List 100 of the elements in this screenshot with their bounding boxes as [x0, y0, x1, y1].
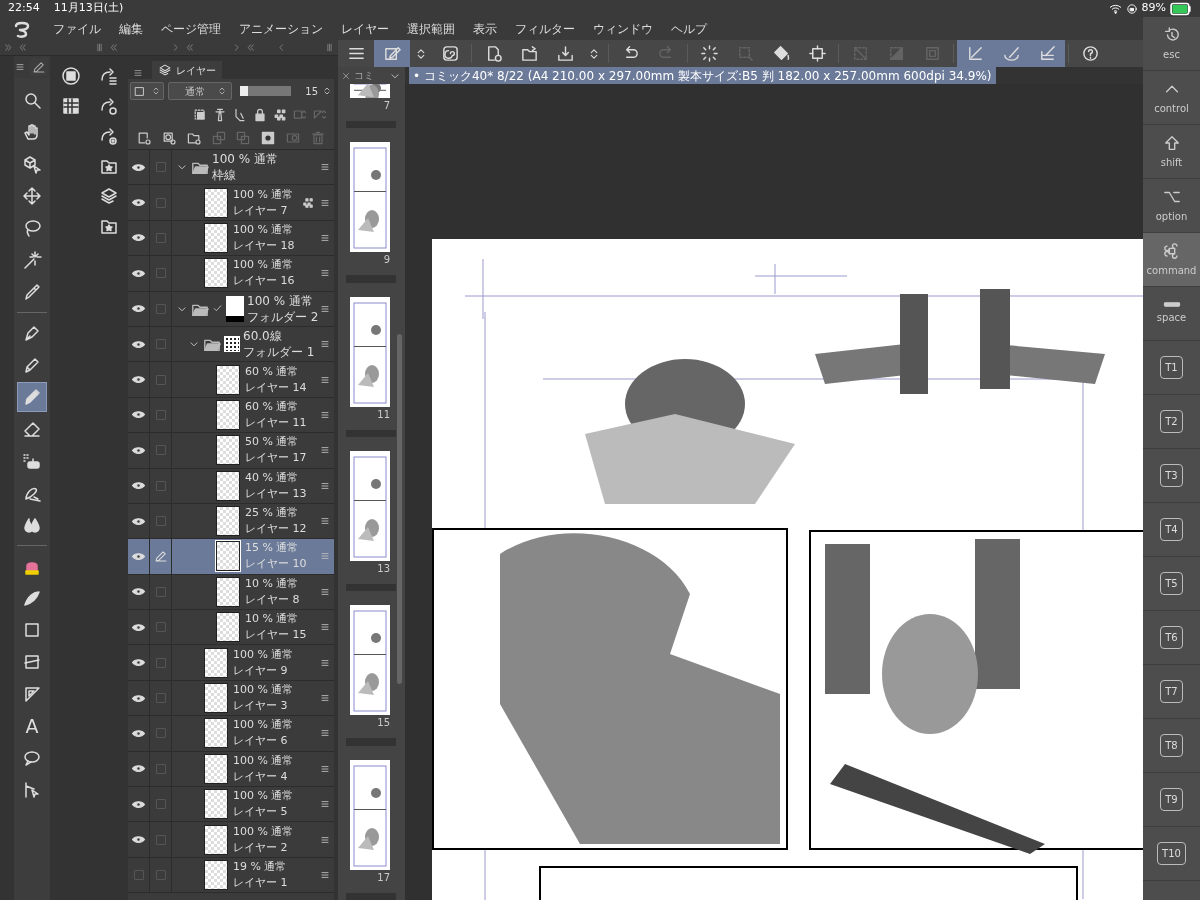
layer-thumbnail	[216, 399, 240, 430]
edit-checkbox[interactable]	[155, 162, 166, 173]
layer-row[interactable]: 100 % 通常 レイヤー 18	[128, 220, 334, 257]
key-button[interactable]: T1	[1143, 341, 1200, 395]
edit-checkbox[interactable]	[155, 870, 166, 880]
edit-checkbox[interactable]	[155, 480, 166, 491]
layer-row[interactable]: 19 % 通常 レイヤー 1	[128, 857, 334, 894]
menu-item[interactable]: 選択範囲	[398, 19, 464, 38]
edit-checkbox[interactable]	[155, 834, 166, 845]
grip-icon	[94, 42, 105, 53]
text-tool-button[interactable]: A	[17, 711, 47, 741]
key-button[interactable]: T7	[1143, 665, 1200, 719]
key-button[interactable]: T3	[1143, 449, 1200, 503]
share-list-icon	[99, 66, 119, 86]
edit-checkbox[interactable]	[155, 516, 166, 527]
key-button[interactable]: T5	[1143, 557, 1200, 611]
menu-item[interactable]: ウィンドウ	[584, 19, 662, 38]
layer-mode: 100 % 通常	[233, 823, 295, 840]
layer-row[interactable]: 100 % 通常 レイヤー 6	[128, 716, 334, 752]
layer-row[interactable]: 60.0線 フォルダー 1	[128, 326, 334, 363]
esc-key-icon	[1162, 25, 1181, 44]
key-button[interactable]: T2	[1143, 395, 1200, 449]
lock-pixels-icon	[301, 195, 315, 210]
key-button[interactable]: T6	[1143, 611, 1200, 665]
menu-item[interactable]: 表示	[464, 19, 506, 38]
spinner-icon	[699, 44, 719, 63]
opacity-slider[interactable]	[240, 86, 292, 96]
menu-item[interactable]: ページ管理	[152, 19, 230, 38]
layer-tab[interactable]: レイヤー	[152, 61, 222, 79]
layer-name: レイヤー 3	[233, 698, 289, 715]
menu-item[interactable]: ファイル	[44, 19, 110, 38]
blend-mode-select[interactable]: 通常	[168, 82, 232, 100]
key-button[interactable]: esc	[1143, 17, 1200, 71]
edit-checkbox[interactable]	[155, 303, 166, 314]
layer-row[interactable]: 40 % 通常 レイヤー 13	[128, 468, 334, 504]
layer-mode: 40 % 通常	[245, 469, 300, 486]
menu-item[interactable]: レイヤー	[332, 19, 398, 38]
layer-row[interactable]: 100 % 通常 レイヤー 9	[128, 645, 334, 681]
menu-icon	[319, 869, 331, 881]
mode-select[interactable]	[130, 82, 164, 100]
key-button[interactable]: T9	[1143, 773, 1200, 827]
edit-checkbox[interactable]	[155, 622, 166, 633]
layer-name: レイヤー 17	[245, 450, 308, 467]
layer-row[interactable]: 100 % 通常 レイヤー 5	[128, 787, 334, 823]
edit-checkbox[interactable]	[155, 763, 166, 774]
menu-icon	[132, 67, 144, 79]
layer-row[interactable]: 100 % 通常 レイヤー 16	[128, 256, 334, 292]
layer-mode: 60.0線	[243, 328, 283, 345]
key-button[interactable]: T10	[1143, 827, 1200, 881]
edit-checkbox[interactable]	[155, 693, 166, 704]
menu-item[interactable]: ヘルプ	[662, 19, 716, 38]
key-button[interactable]: command	[1143, 233, 1200, 287]
layer-mode: 100 % 通常	[233, 186, 295, 203]
layer-row[interactable]: 100 % 通常 フォルダー 2	[128, 291, 334, 327]
menu-item[interactable]: フィルター	[506, 19, 584, 38]
layer-row[interactable]: 100 % 通常 枠線	[128, 150, 334, 186]
close-icon	[341, 70, 351, 81]
key-button[interactable]: space	[1143, 287, 1200, 341]
layer-mode: 10 % 通常	[245, 611, 300, 628]
layer-name: レイヤー 11	[245, 414, 308, 431]
key-button[interactable]: control	[1143, 71, 1200, 125]
edit-checkbox[interactable]	[155, 728, 166, 739]
layer-row[interactable]: 60 % 通常 レイヤー 14	[128, 362, 334, 398]
collapse-icon	[184, 42, 195, 53]
edit-checkbox[interactable]	[155, 586, 166, 597]
layer-row[interactable]: 100 % 通常 レイヤー 4	[128, 751, 334, 788]
layer-row[interactable]: 60 % 通常 レイヤー 11	[128, 397, 334, 434]
edit-checkbox[interactable]	[155, 339, 166, 350]
layer-row[interactable]: 100 % 通常 レイヤー 7	[128, 185, 334, 221]
edit-checkbox[interactable]	[155, 409, 166, 420]
edit-checkbox[interactable]	[155, 445, 166, 456]
edit-checkbox[interactable]	[155, 268, 166, 279]
page-list-tab[interactable]: コミ	[338, 67, 405, 84]
edit-checkbox[interactable]	[155, 799, 166, 810]
layer-name: レイヤー 13	[245, 485, 308, 502]
edit-checkbox[interactable]	[155, 657, 166, 668]
visibility-checkbox[interactable]	[133, 870, 144, 880]
edit-checkbox[interactable]	[155, 232, 166, 243]
square-icon	[133, 84, 147, 98]
layer-row[interactable]: 100 % 通常 レイヤー 3	[128, 680, 334, 717]
layer-row[interactable]: 50 % 通常 レイヤー 17	[128, 433, 334, 469]
toolbar-button[interactable]	[1029, 40, 1065, 67]
menu-item[interactable]: アニメーション	[230, 19, 332, 38]
menu-item[interactable]: 編集	[110, 19, 152, 38]
key-button[interactable]: T4	[1143, 503, 1200, 557]
layer-thumbnail	[204, 647, 228, 678]
stepper-icon	[322, 86, 332, 96]
document-tab[interactable]: • コミック40* 8/22 (A4 210.00 x 297.00mm 製本サイズ:B5 判 182.00 x 257.00mm 600dpi 34.9%)	[409, 67, 996, 84]
toolbar-button[interactable]	[374, 40, 410, 67]
key-button[interactable]: T8	[1143, 719, 1200, 773]
key-button[interactable]: shift	[1143, 125, 1200, 179]
layer-row[interactable]: 10 % 通常 レイヤー 15	[128, 610, 334, 646]
layer-row[interactable]: 100 % 通常 レイヤー 2	[128, 822, 334, 858]
layer-name: 枠線	[212, 167, 237, 184]
edit-checkbox[interactable]	[155, 197, 166, 208]
layer-thumbnail	[204, 789, 228, 820]
layer-row[interactable]: 10 % 通常 レイヤー 8	[128, 574, 334, 611]
folder-open-icon	[519, 44, 539, 63]
square-icon	[22, 620, 42, 640]
edit-checkbox[interactable]	[155, 374, 166, 385]
